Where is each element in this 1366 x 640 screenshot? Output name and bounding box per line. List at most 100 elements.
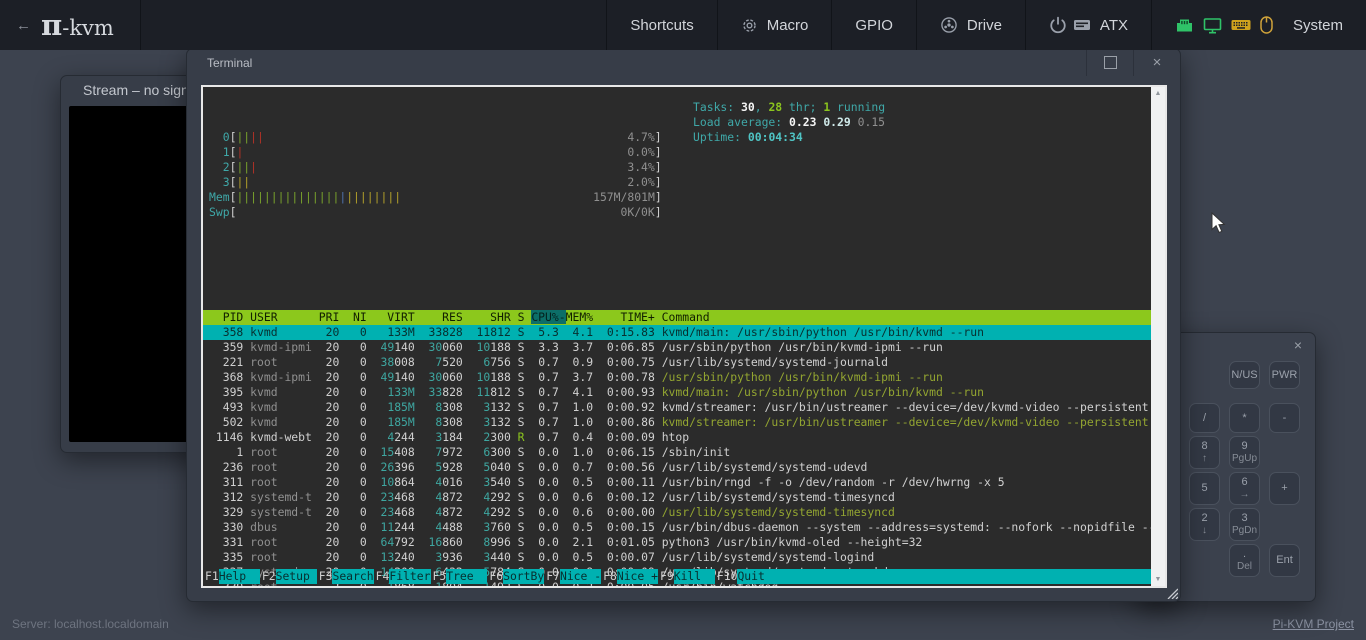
fkey-label-F5[interactable]: Tree — [446, 569, 487, 584]
process-row[interactable]: 1146 kvmd-webt 20 0 4244 3184 2300 R 0.7… — [203, 430, 1151, 445]
keyboard-icon — [1231, 18, 1251, 32]
terminal-titlebar[interactable]: Terminal × — [187, 49, 1180, 76]
maximize-icon — [1104, 56, 1117, 69]
terminal-title: Terminal — [187, 56, 1086, 70]
close-icon: × — [1153, 55, 1162, 70]
sort-column-cpu: CPU%- — [531, 310, 565, 324]
fkey-F4[interactable]: F4 — [374, 569, 390, 584]
process-row[interactable]: 502 kvmd 20 0 185M 8308 3132 S 0.7 1.0 0… — [203, 415, 1151, 430]
meter-0: 0[|||| 4.7%] — [203, 130, 1151, 145]
cpu-memory-meters: 0[|||| 4.7%] 1[| 0.0%] 2[||| 3.4%] 3[ — [203, 130, 1151, 220]
mouse-cursor — [1211, 212, 1227, 234]
system-status-icons — [1175, 16, 1273, 34]
process-row[interactable]: 221 root 20 0 38008 7520 6756 S 0.7 0.9 … — [203, 355, 1151, 370]
process-table-header[interactable]: PID USER PRI NI VIRT RES SHR S CPU%-MEM%… — [203, 310, 1151, 325]
fkey-label-F9[interactable]: Kill — [674, 569, 715, 584]
process-row[interactable]: 312 systemd-t 20 0 23468 4872 4292 S 0.0… — [203, 490, 1151, 505]
htop-pane[interactable]: 0[|||| 4.7%] 1[| 0.0%] 2[||| 3.4%] 3[ — [203, 87, 1151, 586]
fkey-label-F8[interactable]: Nice + — [617, 569, 658, 584]
fkey-F3[interactable]: F3 — [317, 569, 333, 584]
numpad-key-2[interactable]: 2↓ — [1189, 508, 1220, 541]
fkey-F9[interactable]: F9 — [658, 569, 674, 584]
disc-icon — [940, 16, 958, 34]
app-logo[interactable]: ← π-kvm — [0, 0, 141, 50]
menu-item-macro[interactable]: Macro — [717, 0, 832, 50]
fkey-F10[interactable]: F10 — [715, 569, 738, 584]
process-row[interactable]: 395 kvmd 20 0 133M 33828 11812 S 0.7 4.1… — [203, 385, 1151, 400]
fkey-label-F2[interactable]: Setup — [276, 569, 317, 584]
htop-info: Tasks: 30, 28 thr; 1 runningLoad average… — [693, 100, 885, 145]
numpad-key-8[interactable]: 8↑ — [1189, 436, 1220, 469]
numpad-key-ent[interactable]: Ent — [1269, 544, 1300, 577]
process-row[interactable]: 1 root 20 0 15408 7972 6300 S 0.0 1.0 0:… — [203, 445, 1151, 460]
process-row[interactable]: 330 dbus 20 0 11244 4488 3760 S 0.0 0.5 … — [203, 520, 1151, 535]
lan-icon — [1175, 17, 1194, 34]
fkey-label-F4[interactable]: Filter — [389, 569, 430, 584]
process-row[interactable]: 368 kvmd-ipmi 20 0 49140 30060 10188 S 0… — [203, 370, 1151, 385]
top-menu: Shortcuts Macro GPIO Drive ATX — [606, 0, 1151, 50]
menu-item-drive[interactable]: Drive — [916, 0, 1025, 50]
power-icon — [1049, 16, 1067, 34]
numpad-key-sym[interactable]: - — [1269, 403, 1300, 433]
fkey-label-F3[interactable]: Search — [332, 569, 373, 584]
menu-item-system[interactable]: System — [1151, 0, 1366, 50]
maximize-button[interactable] — [1086, 49, 1133, 76]
fkey-F5[interactable]: F5 — [431, 569, 447, 584]
numpad-key-9pgup[interactable]: 9PgUp — [1229, 436, 1260, 469]
terminal-content: 0[|||| 4.7%] 1[| 0.0%] 2[||| 3.4%] 3[ — [201, 85, 1167, 588]
meter-swp: Swp[ 0K/0K] — [203, 205, 1151, 220]
process-row[interactable]: 329 systemd-t 20 0 23468 4872 4292 S 0.0… — [203, 505, 1151, 520]
close-icon[interactable]: × — [1281, 333, 1315, 357]
numpad-key-del[interactable]: .Del — [1229, 544, 1260, 577]
back-arrow-icon[interactable]: ← — [16, 17, 31, 34]
display-icon — [1203, 17, 1222, 34]
fkey-F8[interactable]: F8 — [601, 569, 617, 584]
menu-item-label: System — [1293, 17, 1343, 34]
scroll-up-icon[interactable]: ▲ — [1155, 90, 1162, 97]
process-row[interactable]: 331 root 20 0 64792 16860 8996 S 0.0 2.1… — [203, 535, 1151, 550]
tasks-line: Tasks: 30, 28 thr; 1 running — [693, 100, 885, 115]
meter-2: 2[||| 3.4%] — [203, 160, 1151, 175]
menu-item-label: Shortcuts — [630, 17, 693, 34]
numpad-key-sym[interactable]: / — [1189, 403, 1220, 433]
fkey-label-F1[interactable]: Help — [219, 569, 260, 584]
project-link[interactable]: Pi-KVM Project — [1273, 617, 1354, 631]
fkey-bar-filler — [779, 569, 1151, 584]
atx-icons — [1049, 16, 1091, 34]
numpad-key-5[interactable]: 5 — [1189, 472, 1220, 505]
numpad-key-sym[interactable]: + — [1269, 472, 1300, 505]
menu-item-label: GPIO — [855, 17, 893, 34]
process-row[interactable]: 335 root 20 0 13240 3936 3440 S 0.0 0.5 … — [203, 550, 1151, 565]
process-row[interactable]: 493 kvmd 20 0 185M 8308 3132 S 0.7 1.0 0… — [203, 400, 1151, 415]
menu-item-label: Drive — [967, 17, 1002, 34]
fkey-F1[interactable]: F1 — [203, 569, 219, 584]
fkey-F6[interactable]: F6 — [487, 569, 503, 584]
process-row[interactable]: 359 kvmd-ipmi 20 0 49140 30060 10188 S 3… — [203, 340, 1151, 355]
numpad-key-nus[interactable]: N/US — [1229, 361, 1260, 389]
fkey-label-F6[interactable]: SortBy — [503, 569, 544, 584]
resize-handle-icon[interactable] — [1165, 586, 1178, 599]
numpad-key-3pgdn[interactable]: 3PgDn — [1229, 508, 1260, 541]
process-row[interactable]: 358 kvmd 20 0 133M 33828 11812 S 5.3 4.1… — [203, 325, 1151, 340]
process-table: PID USER PRI NI VIRT RES SHR S CPU%-MEM%… — [203, 310, 1151, 586]
close-button[interactable]: × — [1133, 49, 1180, 76]
scrollbar[interactable]: ▲ ▼ — [1151, 87, 1165, 586]
process-row[interactable]: 311 root 20 0 10864 4016 3540 S 0.0 0.5 … — [203, 475, 1151, 490]
fkey-label-F10[interactable]: Quit — [737, 569, 778, 584]
scroll-down-icon[interactable]: ▼ — [1155, 576, 1162, 583]
numpad-key-pwr[interactable]: PWR — [1269, 361, 1300, 389]
brand-title: π-kvm — [41, 8, 114, 42]
fkey-F7[interactable]: F7 — [544, 569, 560, 584]
menu-item-atx[interactable]: ATX — [1025, 0, 1151, 50]
fkey-label-F7[interactable]: Nice - — [560, 569, 601, 584]
top-nav: ← π-kvm Shortcuts Macro GPIO Drive ATX Syste… — [0, 0, 1366, 50]
meter-3: 3[|| 2.0%] — [203, 175, 1151, 190]
numpad-key-sym[interactable]: * — [1229, 403, 1260, 433]
numpad-key-6[interactable]: 6→ — [1229, 472, 1260, 505]
fkey-F2[interactable]: F2 — [260, 569, 276, 584]
load-average-line: Load average: 0.23 0.29 0.15 — [693, 115, 885, 130]
menu-item-gpio[interactable]: GPIO — [831, 0, 916, 50]
meter-1: 1[| 0.0%] — [203, 145, 1151, 160]
menu-item-shortcuts[interactable]: Shortcuts — [606, 0, 716, 50]
process-row[interactable]: 236 root 20 0 26396 5928 5040 S 0.0 0.7 … — [203, 460, 1151, 475]
